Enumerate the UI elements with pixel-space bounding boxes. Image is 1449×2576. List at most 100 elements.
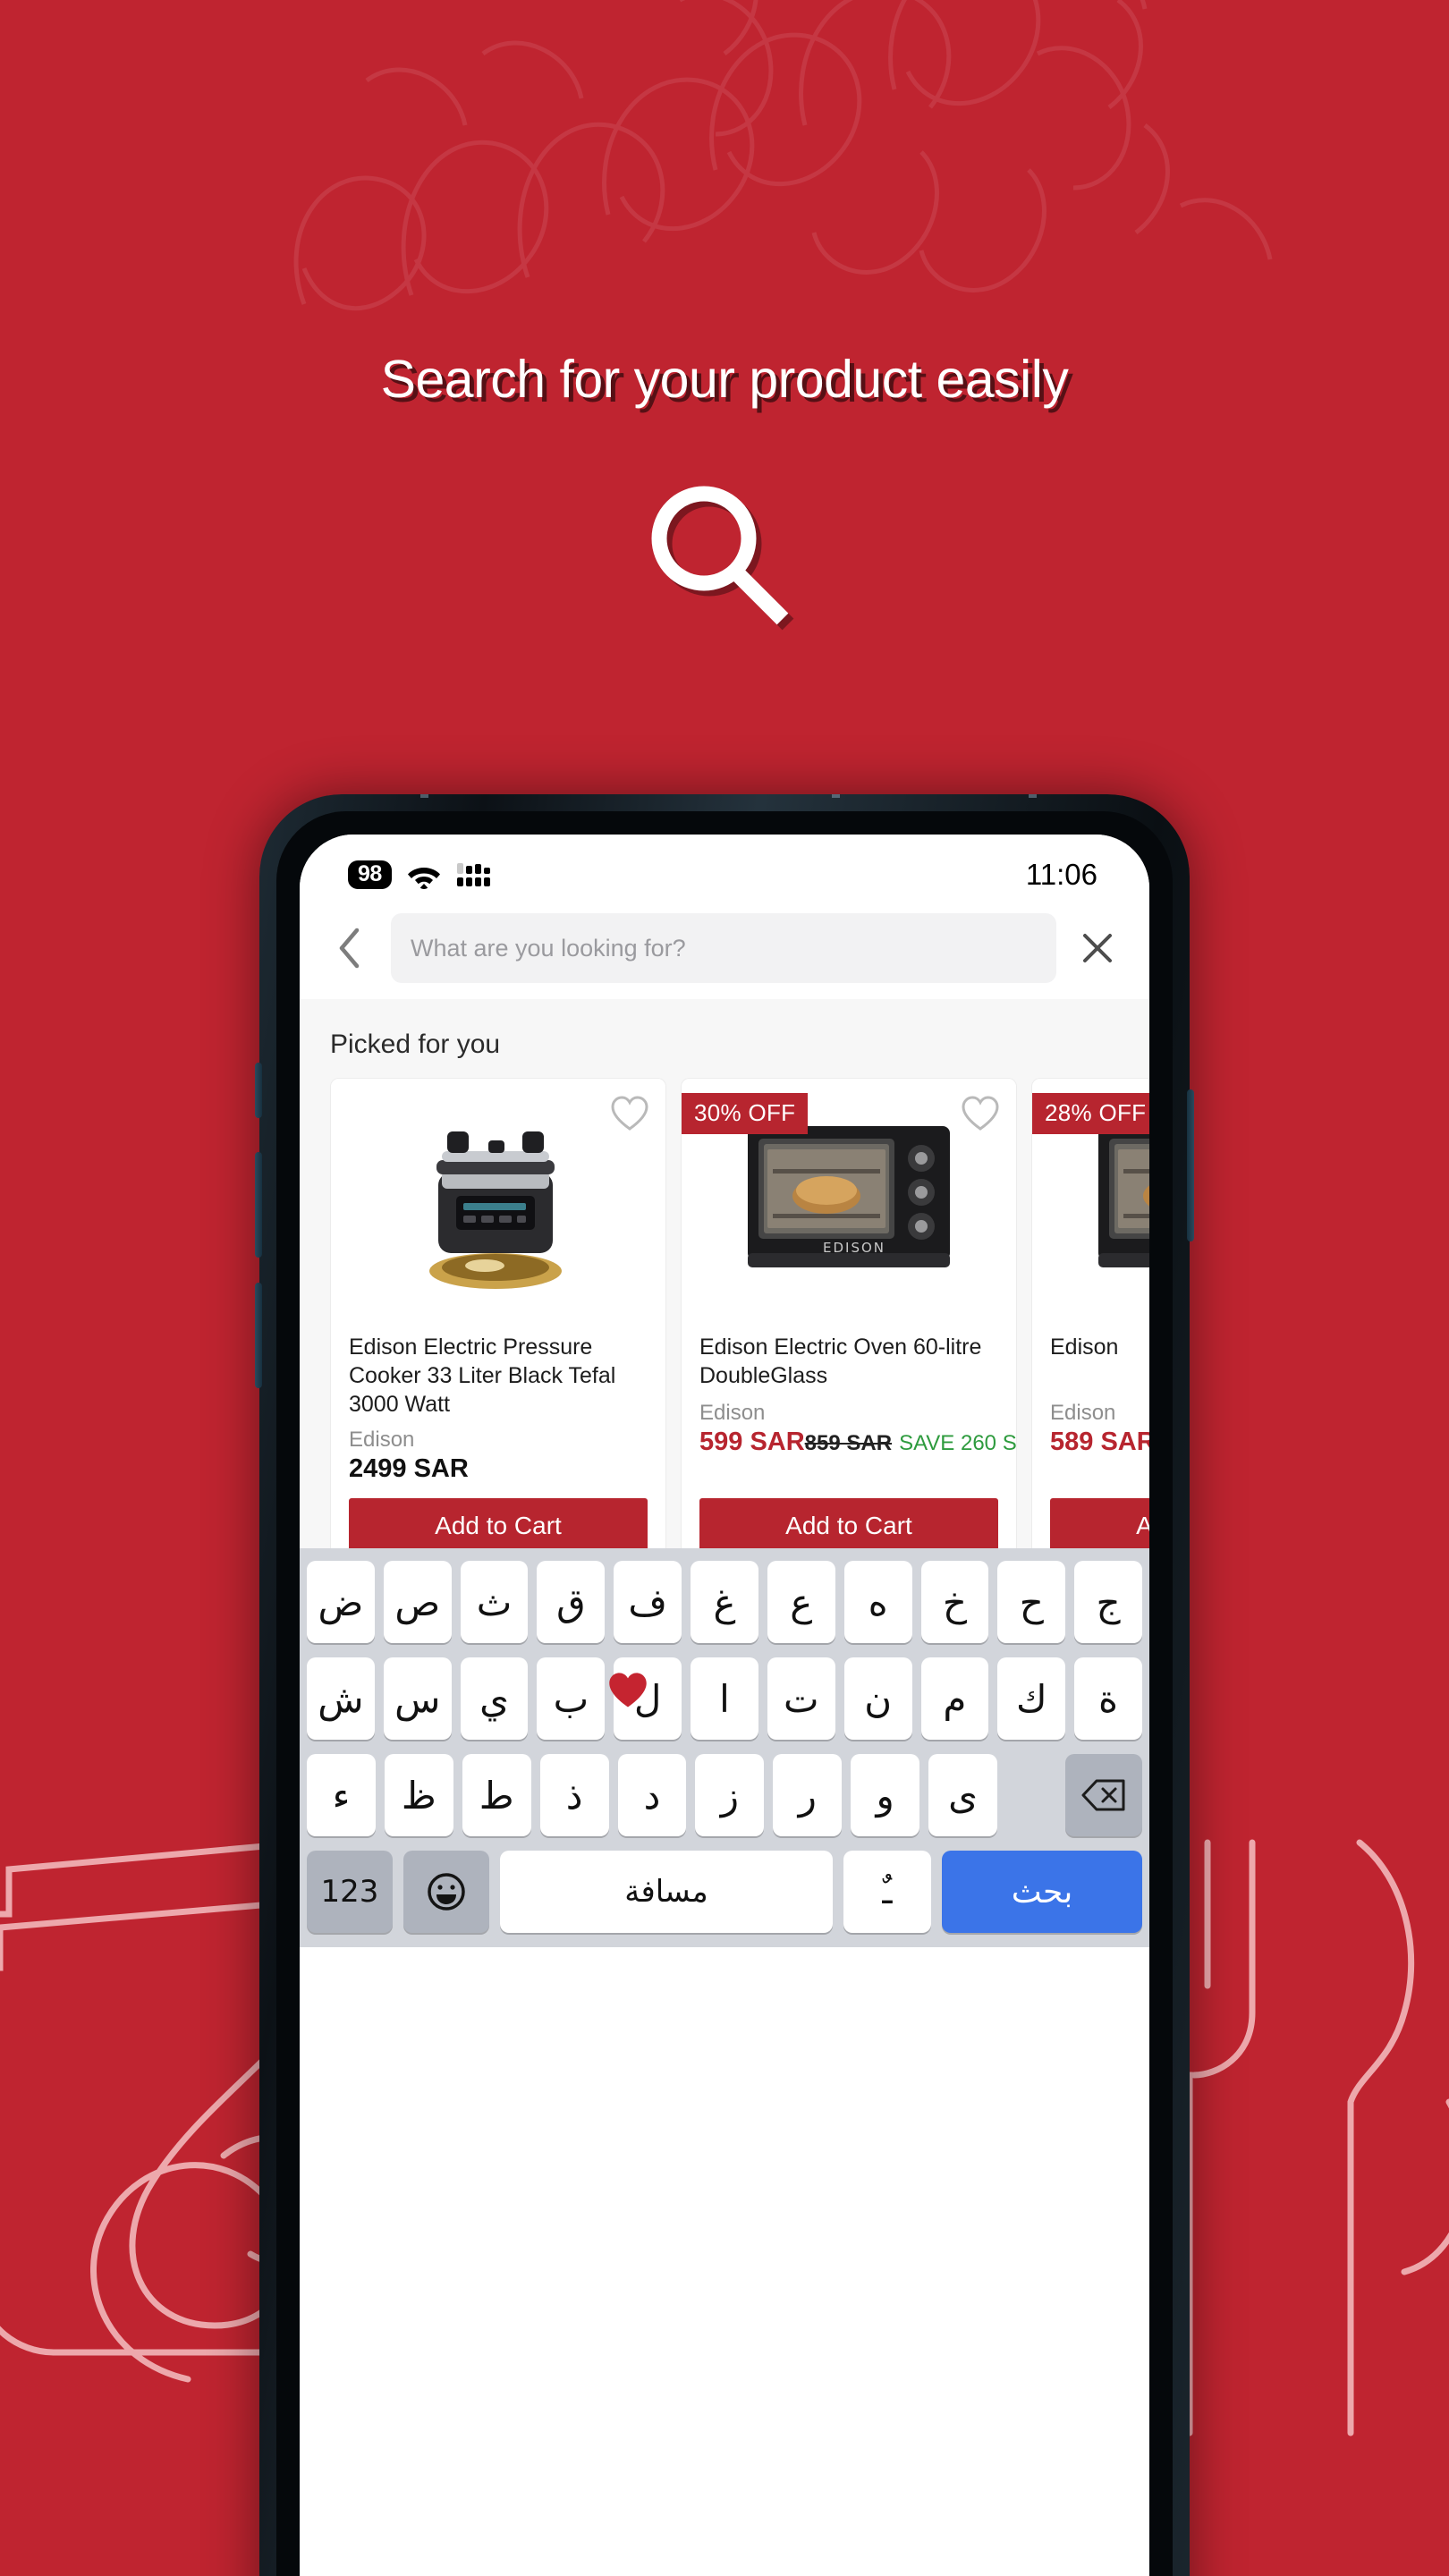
emoji-key[interactable] [403,1851,489,1933]
phone-mockup: 98 11:06 What are you looking for? Picke… [255,794,1194,2576]
discount-badge: 28% OFF [1032,1093,1149,1134]
key-zain[interactable]: ز [695,1754,765,1836]
add-to-cart-button[interactable]: Add to Cart [1050,1498,1149,1554]
product-brand: Edison [349,1428,415,1452]
key-alef[interactable]: ا [691,1657,758,1740]
search-results-content: Picked for you Edison Electric Pressure … [300,999,1149,1947]
search-input-placeholder: What are you looking for? [411,934,686,962]
heart-outline-icon [611,1096,648,1131]
wifi-icon [407,868,440,889]
product-price: 589 SAR [1050,1428,1149,1456]
key-kaf[interactable]: ك [997,1657,1066,1740]
numeric-key[interactable]: 123 [307,1851,393,1933]
diacritic-key[interactable]: ـٌ [843,1851,931,1933]
picked-for-you-carousel[interactable]: Edison Electric Pressure Cooker 33 Liter… [300,1078,1149,1574]
heart-outline-icon [962,1096,999,1131]
discount-badge: 30% OFF [682,1093,809,1134]
close-x-icon [1083,934,1112,962]
add-to-cart-button[interactable]: Add to Cart [349,1498,648,1554]
key-ghain[interactable]: غ [691,1561,758,1643]
product-savings: SAVE 260 SAR [899,1431,1017,1455]
key-sad[interactable]: ص [383,1561,452,1643]
status-bar: 98 11:06 [300,835,1149,908]
product-old-price: 859 SAR [804,1431,893,1455]
add-to-cart-button[interactable]: Add to Cart [699,1498,998,1554]
phone-side-button-volume-up [255,1152,262,1258]
product-card[interactable]: 28% OFF Edison Edison 589 SAR [1031,1078,1149,1574]
key-noon[interactable]: ن [843,1657,912,1740]
key-alef-maqsura[interactable]: ى [928,1754,998,1836]
key-tah[interactable]: ط [462,1754,531,1836]
key-ha[interactable]: ه [843,1561,912,1643]
product-brand: Edison [699,1401,766,1425]
keyboard-row-4: 123 مسافة ـٌ بحث [307,1851,1142,1933]
key-sheen[interactable]: ش [307,1657,375,1740]
product-brand: Edison [1050,1401,1116,1425]
keyboard-row-2: ش س ي ب ل ا ت ن م ك ة [307,1657,1142,1740]
emoji-smiley-icon [428,1873,465,1911]
key-zah[interactable]: ظ [384,1754,453,1836]
favourite-toggle[interactable] [606,1670,649,1716]
product-image: 28% OFF [1032,1079,1149,1318]
search-input[interactable]: What are you looking for? [391,913,1056,983]
keyboard-row-1: ض ص ث ق ف غ ع ه خ ح ج [307,1561,1142,1643]
space-key[interactable]: مسافة [500,1851,833,1933]
product-info: Edison Electric Oven 60-litre DoubleGlas… [682,1318,1016,1484]
promo-headline: Search for your product easily [380,350,1069,409]
key-seen[interactable]: س [383,1657,452,1740]
key-kha[interactable]: خ [920,1561,989,1643]
key-ta[interactable]: ت [767,1657,835,1740]
product-image [331,1079,665,1318]
key-hah[interactable]: ح [997,1561,1066,1643]
key-dal[interactable]: د [617,1754,687,1836]
favourite-toggle[interactable] [961,1095,1000,1137]
keyboard-row-3: ء ظ ط ذ د ز ر و ى [307,1754,1143,1836]
product-title: Edison Electric Oven 60-litre DoubleGlas… [699,1335,982,1388]
electric-oven-image [1098,1126,1149,1267]
key-tha[interactable]: ث [460,1561,529,1643]
search-key[interactable]: بحث [942,1851,1142,1933]
keyboard-spacer [1006,1754,1056,1836]
product-price: 2499 SAR [349,1454,469,1483]
product-price-row: 589 SAR [1050,1428,1149,1457]
product-price-row: 599 SAR 859 SAR SAVE 260 SAR [699,1428,1016,1457]
heart-filled-icon [609,1673,647,1707]
clear-search-button[interactable] [1072,923,1123,973]
key-ba[interactable]: ب [537,1657,606,1740]
section-title-picked-for-you: Picked for you [330,1030,501,1059]
key-qaf[interactable]: ق [537,1561,606,1643]
phone-bezel: 98 11:06 What are you looking for? Picke… [276,811,1173,2576]
search-icon [651,486,794,631]
product-card[interactable]: Edison Electric Pressure Cooker 33 Liter… [330,1078,666,1574]
key-meem[interactable]: م [920,1657,989,1740]
key-ya[interactable]: ي [460,1657,529,1740]
key-ta-marbuta[interactable]: ة [1074,1657,1142,1740]
product-card[interactable]: 30% OFF EDISON Edison Electric Oven 60-l… [681,1078,1017,1574]
key-jeem[interactable]: ج [1074,1561,1142,1643]
product-info: Edison Edison 589 SAR [1032,1318,1149,1484]
phone-screen: 98 11:06 What are you looking for? Picke… [300,835,1149,2576]
key-waw[interactable]: و [851,1754,920,1836]
phone-frame: 98 11:06 What are you looking for? Picke… [255,794,1194,2576]
back-button[interactable] [325,923,375,973]
electric-oven-image: EDISON [748,1126,950,1267]
backspace-key[interactable] [1065,1754,1143,1836]
favourite-toggle[interactable] [610,1095,649,1137]
key-fa[interactable]: ف [614,1561,682,1643]
phone-side-button-power [1187,1089,1194,1241]
phone-side-button-volume-down [255,1283,262,1388]
arabic-keyboard[interactable]: ض ص ث ق ف غ ع ه خ ح ج ش س ي ب ل ا ت ن م … [300,1548,1149,1947]
background-doodle-top [293,0,1273,311]
key-hamza[interactable]: ء [307,1754,376,1836]
key-dad[interactable]: ض [307,1561,375,1643]
product-price-row: 2499 SAR [349,1454,648,1484]
product-image: 30% OFF EDISON [682,1079,1016,1318]
key-ain[interactable]: ع [767,1561,835,1643]
chevron-left-icon [339,928,360,969]
svg-text:EDISON: EDISON [823,1240,886,1256]
backspace-icon [1081,1779,1125,1811]
battery-level-badge: 98 [348,860,392,889]
key-thal[interactable]: ذ [539,1754,609,1836]
key-ra[interactable]: ر [773,1754,843,1836]
status-bar-clock: 11:06 [1025,858,1097,891]
